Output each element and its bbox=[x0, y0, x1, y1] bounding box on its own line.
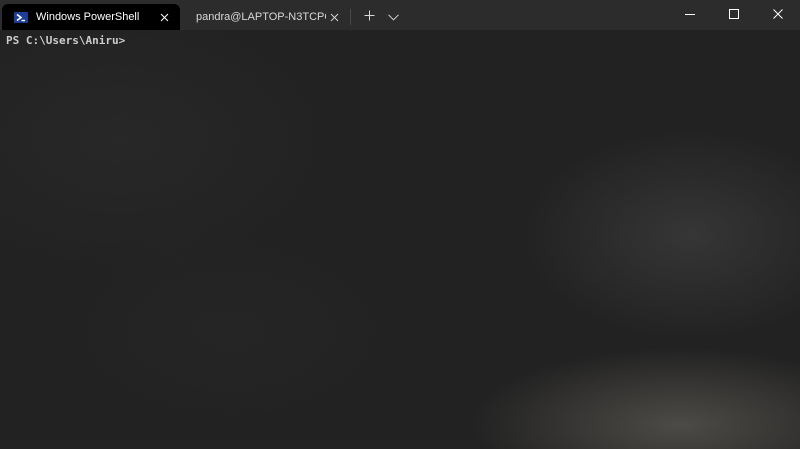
tab-label: pandra@LAPTOP-N3TCPQOA: /mn bbox=[196, 11, 326, 23]
maximize-icon bbox=[729, 6, 739, 24]
tab-divider bbox=[350, 9, 351, 25]
close-window-button[interactable] bbox=[756, 0, 800, 30]
close-icon[interactable] bbox=[326, 9, 342, 25]
tab-windows-powershell[interactable]: Windows PowerShell bbox=[2, 4, 180, 30]
close-icon bbox=[773, 6, 783, 24]
tab-dropdown-button[interactable] bbox=[381, 4, 405, 30]
window-controls bbox=[668, 0, 800, 30]
tab-label: Windows PowerShell bbox=[36, 11, 140, 23]
maximize-button[interactable] bbox=[712, 0, 756, 30]
close-icon[interactable] bbox=[156, 9, 172, 25]
powershell-icon bbox=[14, 11, 28, 23]
new-tab-button[interactable] bbox=[357, 4, 381, 30]
minimize-icon bbox=[685, 6, 695, 24]
minimize-button[interactable] bbox=[668, 0, 712, 30]
prompt-line: PS C:\Users\Aniru> bbox=[6, 34, 126, 47]
terminal-window: Windows PowerShell pandra@LAPTOP-N3TCPQO… bbox=[0, 0, 800, 449]
plus-icon bbox=[364, 8, 375, 26]
tab-wsl-pandra[interactable]: pandra@LAPTOP-N3TCPQOA: /mn bbox=[180, 4, 350, 30]
terminal-pane[interactable]: PS C:\Users\Aniru> bbox=[0, 30, 800, 449]
chevron-down-icon bbox=[387, 8, 399, 26]
